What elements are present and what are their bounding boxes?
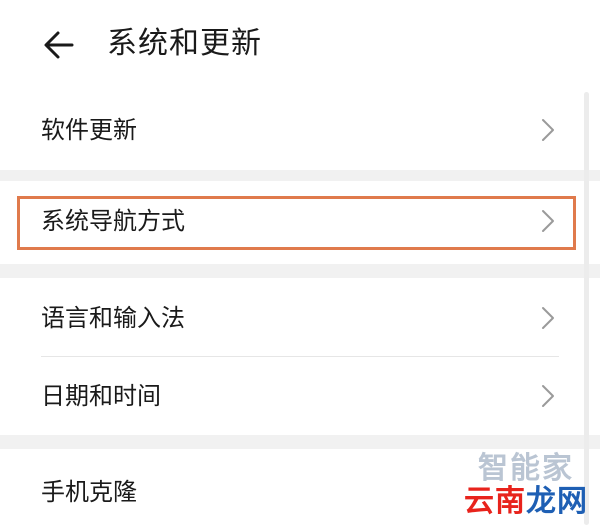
watermark-logo: 云南龙网 <box>464 483 588 521</box>
menu-item-language-input[interactable]: 语言和输入法 <box>0 278 600 356</box>
chevron-right-icon <box>542 119 554 141</box>
highlight-box <box>17 196 576 250</box>
watermark-logo-part: 云南 <box>464 484 526 519</box>
header: 系统和更新 <box>0 0 600 90</box>
chevron-right-icon <box>542 307 554 329</box>
menu-item-label: 日期和时间 <box>41 382 161 410</box>
menu-item-label: 软件更新 <box>41 116 137 144</box>
watermark-logo-part: 龙网 <box>526 484 588 519</box>
chevron-right-icon <box>542 385 554 407</box>
menu-item-date-time[interactable]: 日期和时间 <box>0 357 600 435</box>
section-gap <box>0 264 600 278</box>
back-arrow-icon[interactable] <box>42 28 76 62</box>
section-gap <box>0 170 600 181</box>
menu-group: 语言和输入法 日期和时间 <box>0 278 600 435</box>
scrollbar[interactable] <box>584 92 589 525</box>
menu-item-label: 手机克隆 <box>41 478 137 506</box>
watermark-text: 智能家 <box>478 451 574 486</box>
section-gap <box>0 435 600 449</box>
menu-item-software-update[interactable]: 软件更新 <box>0 90 600 170</box>
menu-item-label: 语言和输入法 <box>41 304 185 332</box>
page-title: 系统和更新 <box>107 26 262 61</box>
